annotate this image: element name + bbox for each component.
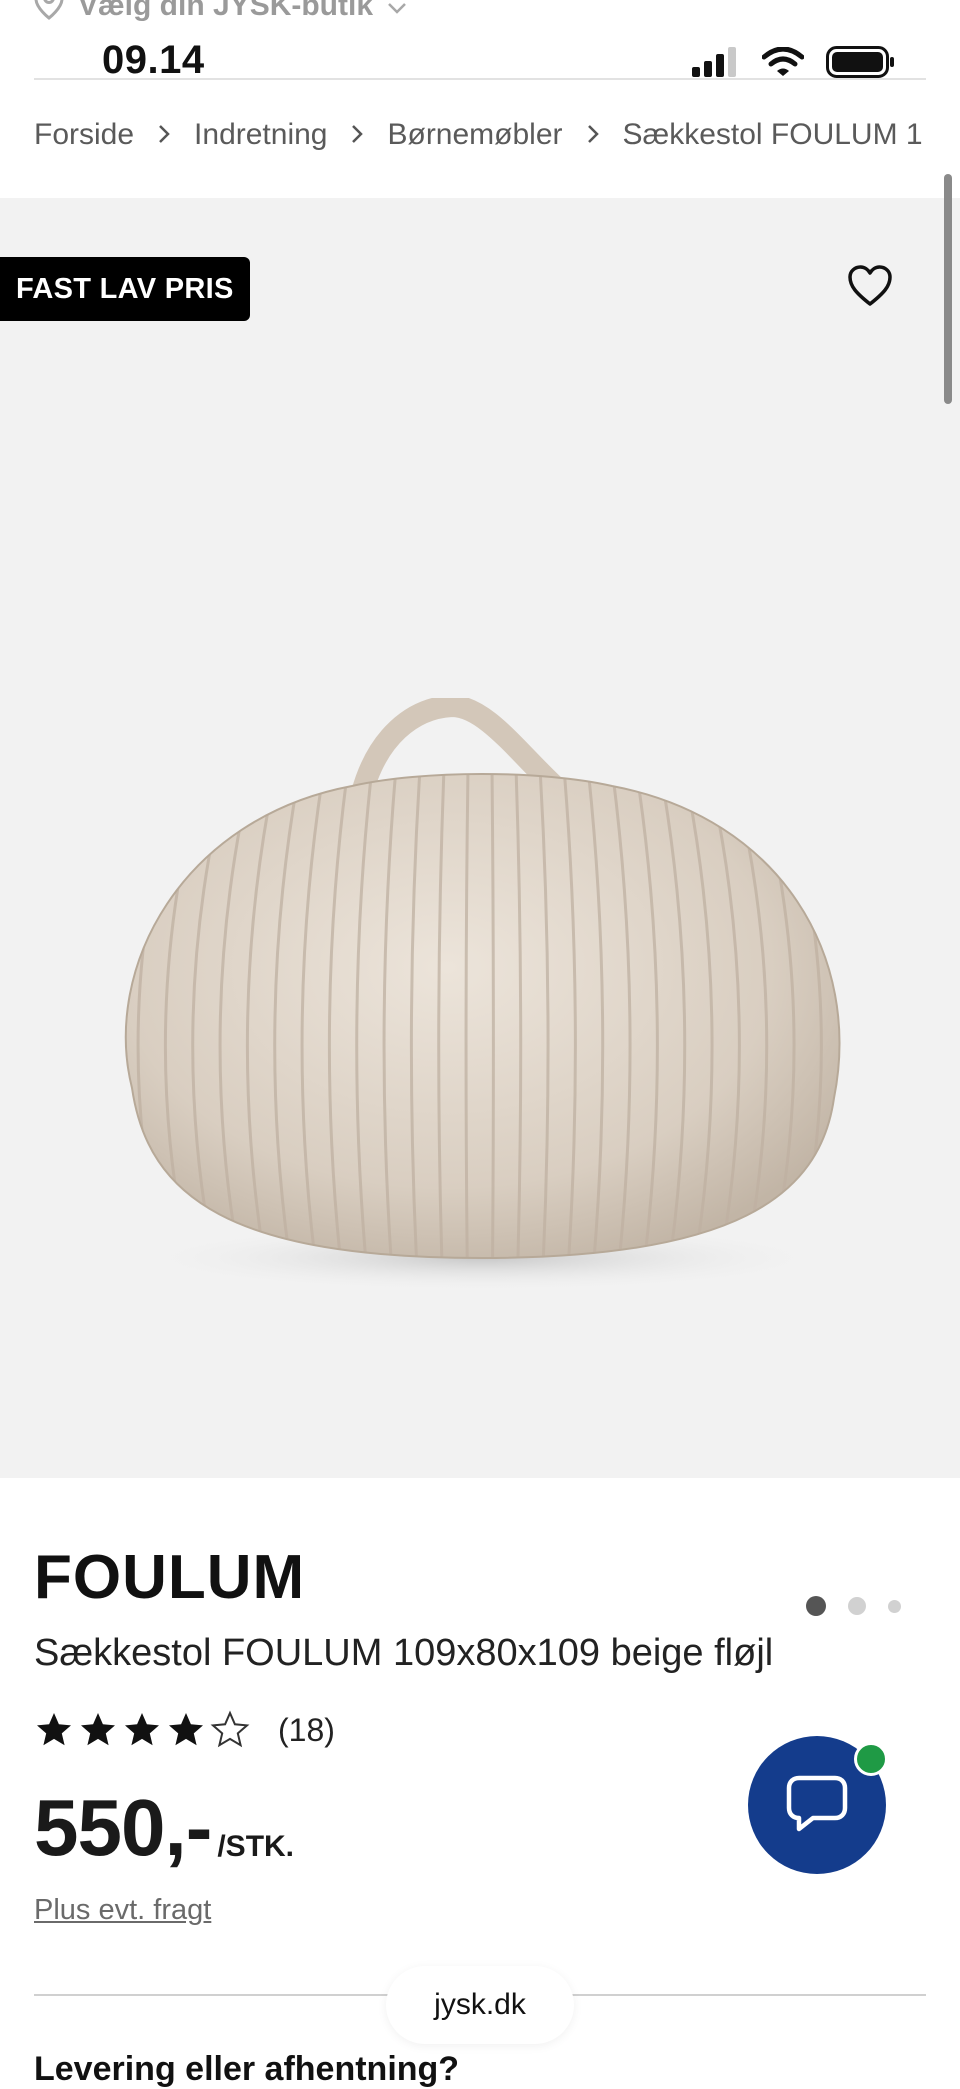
star-icon xyxy=(210,1710,250,1748)
signal-icon xyxy=(692,47,740,82)
chevron-right-icon xyxy=(158,118,170,152)
breadcrumb-item-forside[interactable]: Forside xyxy=(34,118,134,152)
product-gallery[interactable] xyxy=(0,198,960,1616)
product-rating[interactable]: (18) xyxy=(34,1710,335,1750)
address-bar[interactable]: jysk.dk xyxy=(386,1966,574,2044)
product-name: Sækkestol FOULUM 109x80x109 beige fløjl xyxy=(34,1632,774,1674)
chevron-right-icon xyxy=(351,118,364,152)
store-selector[interactable]: Vælg din JYSK-butik xyxy=(34,0,407,26)
chat-button[interactable] xyxy=(748,1736,888,1874)
chat-icon xyxy=(785,1772,849,1839)
breadcrumb-item-current: Sækkestol FOULUM 1 xyxy=(622,118,923,151)
product-price: 550,- xyxy=(34,1783,212,1872)
breadcrumb-item-indretning[interactable]: Indretning xyxy=(194,118,327,152)
product-brand: FOULUM xyxy=(34,1543,306,1612)
chevron-right-icon xyxy=(587,118,599,152)
breadcrumb-item-bornemobler[interactable]: Børnemøbler xyxy=(387,118,562,152)
price-row: 550,- /STK. xyxy=(34,1788,294,1868)
status-time: 09.14 xyxy=(102,38,205,82)
star-icon xyxy=(81,1713,115,1746)
star-icon xyxy=(125,1713,159,1746)
wifi-icon xyxy=(761,46,805,82)
gallery-dot[interactable] xyxy=(888,1599,901,1613)
price-unit: /STK. xyxy=(217,1830,295,1863)
rating-stars xyxy=(34,1710,250,1750)
online-indicator xyxy=(854,1742,888,1776)
heart-icon[interactable] xyxy=(846,262,894,310)
store-selector-label: Vælg din JYSK-butik xyxy=(78,0,374,22)
rating-count[interactable]: (18) xyxy=(278,1712,335,1749)
gallery-dot[interactable] xyxy=(848,1597,866,1615)
location-pin-icon xyxy=(34,0,64,28)
price-badge: FAST LAV PRIS xyxy=(0,257,250,321)
header-divider xyxy=(34,78,926,80)
freight-link[interactable]: Plus evt. fragt xyxy=(34,1894,211,1927)
gallery-dot[interactable] xyxy=(806,1596,826,1616)
delivery-heading: Levering eller afhentning? xyxy=(34,2050,460,2088)
chevron-down-icon xyxy=(387,0,407,23)
star-icon xyxy=(37,1713,71,1746)
page-scrollbar[interactable] xyxy=(944,174,952,404)
breadcrumb: Forside Indretning Børnemøbler Sækkestol… xyxy=(34,118,960,152)
gallery-pagination xyxy=(806,1596,901,1616)
product-image[interactable] xyxy=(92,698,872,1338)
star-icon xyxy=(169,1713,203,1746)
